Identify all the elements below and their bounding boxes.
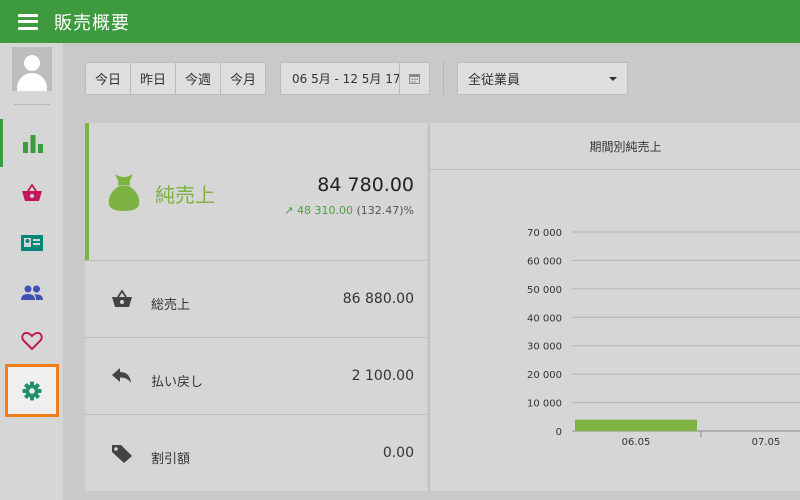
- page-title: 販売概要: [54, 12, 130, 34]
- y-tick-label: 30 000: [527, 342, 562, 353]
- money-bag-icon: [108, 174, 140, 211]
- y-tick-label: 70 000: [527, 228, 562, 239]
- gross-sales-row[interactable]: 総売上 86 880.00: [85, 260, 427, 337]
- id-card-icon: [20, 235, 43, 251]
- toolbar-divider: [443, 62, 444, 95]
- sidebar-item-settings[interactable]: [5, 364, 59, 417]
- date-range-picker[interactable]: 06 5月 - 12 5月 17: [280, 62, 430, 95]
- net-sales-value: 84 780.00: [317, 174, 414, 196]
- net-sales-chart-card: 期間別純売上 0 10 000 20 000 30 000 40 000 50 000 60…: [429, 123, 800, 491]
- heart-icon: [20, 331, 43, 351]
- bar-chart-icon: [23, 135, 43, 153]
- net-sales-label: 純売上: [155, 183, 215, 207]
- this-month-button[interactable]: 今月: [220, 62, 266, 95]
- chevron-down-icon: [609, 76, 617, 81]
- y-tick-label: 0: [556, 427, 562, 438]
- sales-summary-card: 純売上 84 780.00 ↗ 48 310.00 (132.47)% 総売上 …: [85, 123, 427, 491]
- sidebar-item-sales[interactable]: [0, 169, 63, 217]
- date-range-text: 06 5月 - 12 5月 17: [292, 72, 401, 86]
- people-icon: [20, 285, 43, 300]
- calendar-icon[interactable]: [399, 63, 429, 94]
- y-tick-label: 20 000: [527, 370, 562, 381]
- reply-arrow-icon: [112, 368, 131, 383]
- sidebar: [0, 43, 63, 500]
- trend-up-icon: ↗: [284, 204, 294, 217]
- this-week-button[interactable]: 今週: [175, 62, 221, 95]
- refunds-value: 2 100.00: [351, 368, 414, 384]
- y-tick-label: 10 000: [527, 399, 562, 410]
- x-tick-label: 06.05: [622, 437, 651, 448]
- y-tick-label: 60 000: [527, 256, 562, 267]
- net-sales-change: ↗ 48 310.00 (132.47)%: [284, 204, 414, 217]
- basket-icon: [21, 184, 42, 201]
- top-app-bar: 販売概要: [0, 0, 800, 43]
- chart-bar: [575, 419, 697, 431]
- employee-select[interactable]: 全従業員: [457, 62, 628, 95]
- sidebar-item-favorites[interactable]: [0, 317, 63, 365]
- today-button[interactable]: 今日: [85, 62, 131, 95]
- discounts-row[interactable]: 割引額 0.00: [85, 414, 427, 491]
- discounts-label: 割引額: [151, 452, 191, 467]
- user-avatar-icon[interactable]: [12, 47, 52, 91]
- refunds-label: 払い戻し: [151, 375, 204, 390]
- basket-icon: [112, 289, 132, 307]
- refunds-row[interactable]: 払い戻し 2 100.00: [85, 337, 427, 414]
- net-sales-change-amount: 48 310.00: [296, 204, 353, 217]
- sidebar-item-reports[interactable]: [0, 119, 63, 167]
- sidebar-divider: [14, 104, 50, 105]
- gear-icon: [22, 381, 42, 400]
- sidebar-item-employees[interactable]: [0, 269, 63, 317]
- gross-sales-value: 86 880.00: [342, 291, 414, 307]
- employee-select-value: 全従業員: [468, 73, 521, 88]
- discounts-value: 0.00: [382, 445, 414, 461]
- y-tick-label: 40 000: [527, 313, 562, 324]
- hamburger-menu-icon[interactable]: [18, 13, 38, 30]
- net-sales-bar-chart: 0 10 000 20 000 30 000 40 000 50 000 60 000 70 …: [527, 228, 800, 448]
- sidebar-item-customers-card[interactable]: [0, 219, 63, 267]
- net-sales-change-percent: (132.47)%: [356, 204, 414, 217]
- yesterday-button[interactable]: 昨日: [130, 62, 176, 95]
- gross-sales-label: 総売上: [151, 298, 191, 313]
- net-sales-section[interactable]: 純売上 84 780.00 ↗ 48 310.00 (132.47)%: [85, 123, 427, 260]
- y-tick-label: 50 000: [527, 285, 562, 296]
- x-tick-label: 07.05: [752, 437, 781, 448]
- tag-icon: [112, 445, 132, 463]
